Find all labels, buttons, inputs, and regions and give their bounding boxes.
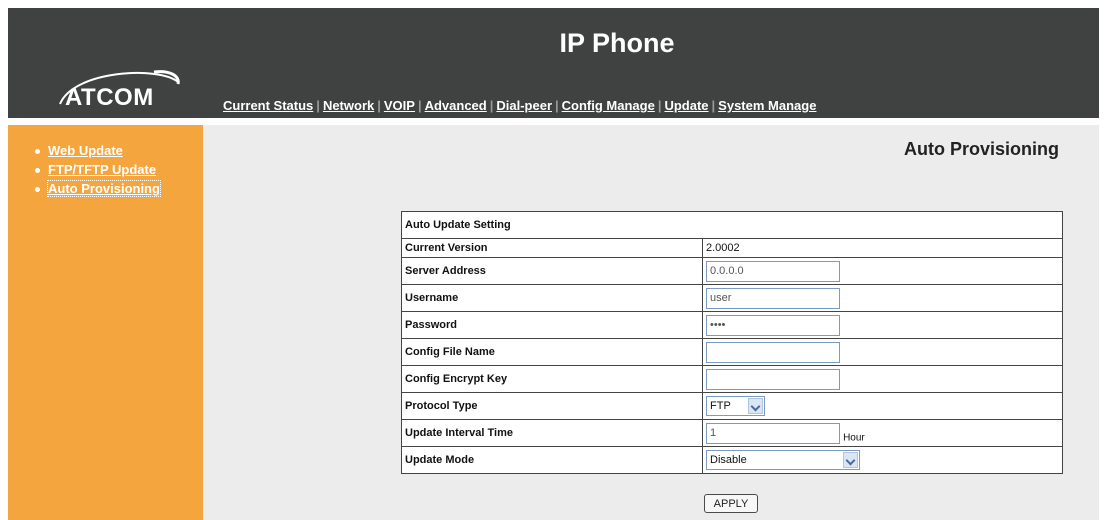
update-mode-value: Disable: [710, 454, 747, 466]
nav-separator: |: [657, 98, 662, 113]
server-address-input[interactable]: [706, 260, 840, 282]
main-content: Auto Provisioning Auto Update Setting Cu…: [203, 125, 1099, 520]
nav-separator: |: [316, 98, 320, 113]
logo-text: ATCOM: [65, 84, 154, 111]
password-input[interactable]: [706, 314, 840, 336]
sidebar-link-auto-provisioning[interactable]: Auto Provisioning: [47, 180, 161, 197]
protocol-type-value: FTP: [710, 400, 731, 412]
password-label: Password: [401, 311, 703, 339]
chevron-down-icon[interactable]: [843, 452, 858, 468]
update-interval-unit: Hour: [843, 432, 865, 443]
nav-advanced[interactable]: Advanced: [425, 98, 487, 113]
sidebar-link-web-update[interactable]: Web Update: [48, 143, 123, 158]
protocol-type-select[interactable]: FTP: [706, 396, 765, 416]
nav-update[interactable]: Update: [664, 98, 708, 113]
sidebar-item-auto-provisioning: Auto Provisioning: [35, 180, 203, 200]
config-file-name-input[interactable]: [706, 341, 840, 363]
nav-separator: |: [377, 98, 381, 113]
nav-separator: |: [417, 98, 422, 113]
nav-config-manage[interactable]: Config Manage: [562, 98, 655, 113]
nav-separator: |: [711, 98, 716, 113]
update-mode-select[interactable]: Disable: [706, 450, 860, 470]
update-interval-label: Update Interval Time: [401, 419, 703, 447]
section-header: Auto Update Setting: [401, 211, 1063, 239]
sidebar-item-ftp-tftp-update: FTP/TFTP Update: [35, 162, 203, 181]
nav-current-status[interactable]: Current Status: [223, 98, 313, 113]
page-header-title: IP Phone: [559, 28, 675, 58]
current-version-label: Current Version: [401, 238, 703, 258]
nav-voip[interactable]: VOIP: [384, 98, 415, 113]
chevron-down-icon[interactable]: [748, 398, 763, 414]
nav-dial-peer[interactable]: Dial-peer: [496, 98, 552, 113]
username-label: Username: [401, 284, 703, 312]
username-input[interactable]: [706, 287, 840, 309]
sidebar-link-ftp-tftp-update[interactable]: FTP/TFTP Update: [48, 162, 156, 177]
auto-update-settings-table: Auto Update Setting Current Version 2.00…: [401, 211, 1063, 474]
update-interval-input[interactable]: [706, 422, 840, 444]
nav-network[interactable]: Network: [323, 98, 374, 113]
header-bar: IP Phone ATCOM Current Status | Network | VO…: [8, 8, 1099, 118]
sidebar-item-web-update: Web Update: [35, 143, 203, 162]
protocol-type-label: Protocol Type: [401, 392, 703, 420]
nav-separator: |: [555, 98, 559, 113]
apply-button[interactable]: APPLY: [704, 494, 758, 513]
current-version-value: 2.0002: [702, 238, 1063, 258]
atcom-logo: ATCOM: [54, 64, 184, 120]
main-nav: Current Status | Network | VOIP | Advanced | Dia…: [223, 98, 816, 113]
server-address-label: Server Address: [401, 257, 703, 285]
config-encrypt-key-input[interactable]: [706, 368, 840, 390]
update-mode-label: Update Mode: [401, 446, 703, 474]
nav-system-manage[interactable]: System Manage: [718, 98, 816, 113]
config-encrypt-key-label: Config Encrypt Key: [401, 365, 703, 393]
sidebar: Web Update FTP/TFTP Update Auto Provisio…: [8, 125, 203, 520]
page-title: Auto Provisioning: [904, 139, 1059, 159]
nav-separator: |: [489, 98, 494, 113]
config-file-name-label: Config File Name: [401, 338, 703, 366]
